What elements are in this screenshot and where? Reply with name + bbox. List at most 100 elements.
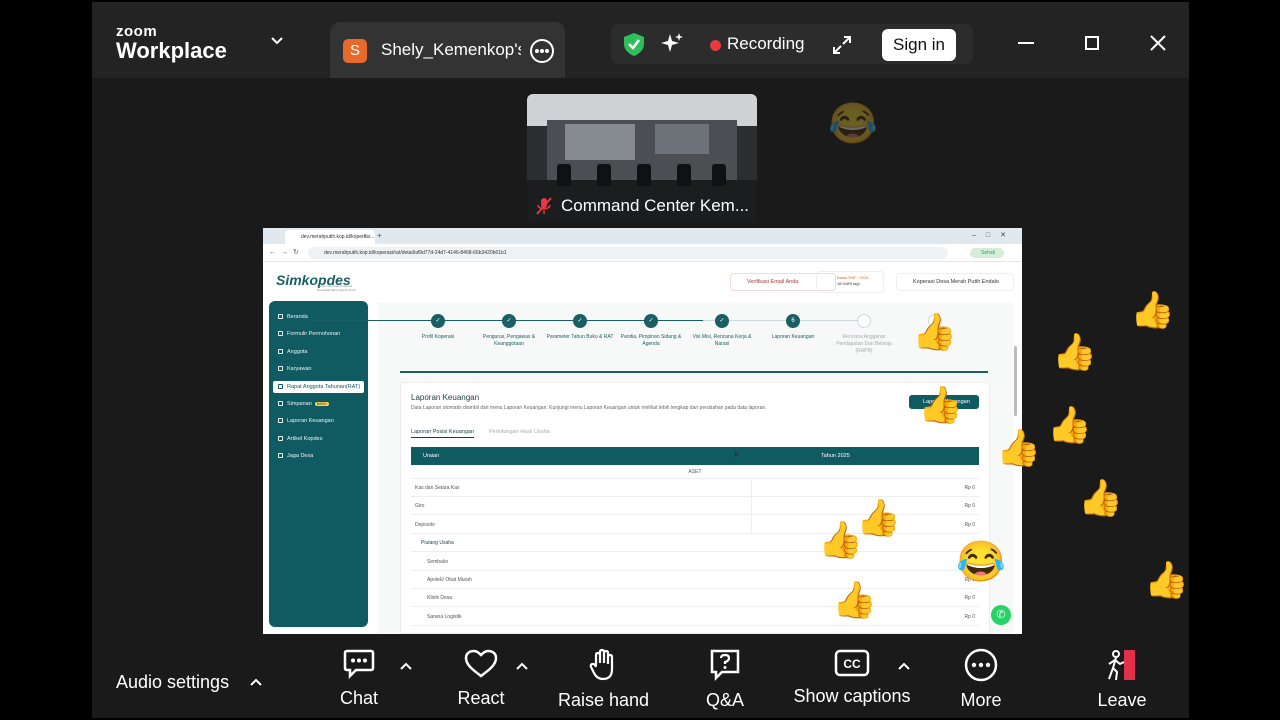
url-field[interactable]: dev.merahputih.kop.id/koperasi/rat/detai…: [308, 247, 948, 259]
sidebar-item[interactable]: Karyawan: [273, 363, 364, 375]
tab-laporan-posisi-keuangan[interactable]: Laporan Posisi Keuangan: [411, 429, 474, 438]
close-icon[interactable]: [1149, 34, 1167, 52]
minimize-icon[interactable]: [1018, 42, 1034, 44]
expand-icon[interactable]: [831, 34, 853, 56]
tab-close-icon[interactable]: ✕: [363, 233, 367, 239]
recording-label[interactable]: Recording: [727, 34, 805, 54]
sidebar-item-icon: [278, 331, 283, 337]
video-chair: [637, 164, 651, 186]
video-chair: [597, 164, 611, 186]
sidebar-item-label: Beranda: [287, 314, 308, 320]
sidebar-item[interactable]: Artikel Kopdes: [273, 433, 364, 445]
sidebar-item-icon: [278, 366, 283, 372]
stepper-step[interactable]: ✓: [573, 314, 587, 328]
reaction-thumbs-up: 👍: [912, 311, 957, 352]
browser-tab-strip: dev.merahputih.kop.id/koperasi... ✕ + –□…: [263, 228, 1022, 244]
react-button[interactable]: React: [454, 648, 508, 718]
row-divider: [751, 479, 752, 497]
sidebar-item-icon: [278, 453, 283, 459]
row-value: Rp 0: [964, 613, 975, 620]
sidebar-item[interactable]: Formulir Permohonan: [273, 328, 364, 340]
sidebar-item[interactable]: Rapat Anggota Tahunan(RAT): [273, 380, 364, 393]
ai-sparkle-icon[interactable]: [659, 31, 685, 57]
raise-hand-label: Raise hand: [558, 690, 650, 710]
sign-in-button[interactable]: Sign in: [882, 29, 956, 61]
chat-button[interactable]: Chat: [334, 648, 384, 718]
sidebar-item-icon: [278, 435, 283, 441]
stepper-step[interactable]: [857, 314, 871, 328]
leave-button[interactable]: Leave: [1096, 648, 1148, 718]
row-label: Kas dan Setara Kas: [415, 485, 460, 491]
stepper-step[interactable]: ✓: [431, 314, 445, 328]
sidebar-item[interactable]: Laporan Keuangan: [273, 415, 364, 427]
browser-tab[interactable]: dev.merahputih.kop.id/koperasi...: [285, 230, 375, 244]
card-title: Laporan Keuangan: [411, 393, 480, 402]
chevron-up-icon[interactable]: [400, 662, 412, 670]
sidebar-item-label: Karyawan: [287, 366, 312, 373]
shield-icon[interactable]: [621, 31, 647, 57]
sidebar-item-label: Formulir Permohonan: [287, 331, 341, 338]
simkopdes-tagline: Sistem Informasi Koperasi Desa/Kelurahan…: [317, 284, 356, 292]
participant-name: Command Center Kem...: [561, 196, 750, 215]
stepper-step[interactable]: ✓: [715, 314, 729, 328]
zoom-workplace-logo[interactable]: zoom Workplace: [116, 24, 227, 63]
more-options-icon[interactable]: [530, 39, 554, 63]
qa-icon: [710, 649, 740, 682]
stepper-step[interactable]: ✓: [644, 314, 658, 328]
raise-hand-button[interactable]: Raise hand: [558, 648, 650, 718]
shared-screen[interactable]: dev.merahputih.kop.id/koperasi... ✕ + –□…: [263, 228, 1022, 634]
reaction-laugh: 😂: [956, 540, 1006, 584]
qa-button[interactable]: Q&A: [700, 648, 750, 718]
tab-perhitungan-hasil-usaha[interactable]: Perhitungan Hasil Usaha: [489, 429, 550, 435]
chevron-down-icon[interactable]: [270, 36, 284, 46]
meeting-tab[interactable]: S Shely_Kemenkop's: [330, 22, 565, 78]
sidebar-item-label: Rapat Anggota Tahunan(RAT): [287, 383, 361, 390]
participant-video-tile[interactable]: Command Center Kem...: [527, 94, 757, 222]
reaction-thumbs-up: 👍: [1047, 404, 1092, 445]
chevron-up-icon[interactable]: [898, 662, 910, 670]
laporan-keuangan-card: Laporan Keuangan Data Laporan otomatis d…: [400, 382, 990, 634]
sidebar-item[interactable]: Jaga Desa: [273, 450, 364, 462]
stepper-step[interactable]: 6: [786, 314, 800, 328]
avatar: S: [343, 39, 367, 63]
chevron-up-icon[interactable]: [250, 678, 262, 686]
reaction-thumbs-up: 👍: [818, 519, 863, 560]
reaction-laugh: 😂: [828, 102, 878, 146]
scrollbar[interactable]: [1014, 346, 1017, 416]
reaction-thumbs-up: 👍: [832, 579, 877, 620]
logo-workplace-text: Workplace: [116, 38, 227, 63]
whatsapp-icon[interactable]: ✆: [991, 605, 1011, 625]
maximize-icon[interactable]: [1085, 36, 1099, 50]
stepper-step[interactable]: ✓: [502, 314, 516, 328]
sidebar-item-icon: [278, 418, 283, 424]
sidebar-item-label: Anggota: [287, 348, 308, 355]
audio-settings-button[interactable]: Audio settings: [116, 672, 229, 693]
new-tab-icon[interactable]: +: [377, 231, 382, 240]
koperasi-selector[interactable]: Koperasi Desa Merah Putih Endalo: [896, 273, 1014, 291]
new-badge: BARU: [314, 402, 329, 406]
captions-icon: CC: [834, 649, 870, 677]
raise-hand-icon: [589, 648, 614, 681]
chevron-up-icon[interactable]: [516, 662, 528, 670]
sidebar-item[interactable]: Beranda: [273, 311, 364, 323]
stepper-underline: [400, 371, 988, 373]
muted-mic-icon: [536, 197, 552, 215]
browser-nav-icons[interactable]: ←→↻: [269, 248, 304, 256]
stepper-step-label: Rencana Anggaran Pendapatan Dan Belanja …: [836, 334, 892, 354]
column-header: Uraian: [423, 453, 440, 459]
browser-window-controls[interactable]: –□✕: [972, 231, 1016, 239]
table-row: Kas dan Setara Kas Rp 0: [411, 479, 979, 497]
more-button[interactable]: More: [956, 648, 1006, 718]
show-captions-button[interactable]: CC Show captions: [792, 648, 912, 718]
browser-profile-badge[interactable]: Sehati: [970, 248, 1004, 258]
row-label: Klinik Desa: [427, 595, 453, 602]
table-row: Sarana Logistik Rp 0: [411, 608, 979, 626]
app-sidebar: Beranda Formulir Permohonan Anggota Karyawa…: [269, 301, 368, 627]
leave-label: Leave: [1097, 690, 1147, 710]
sidebar-item[interactable]: Simpanan BARU: [273, 398, 364, 410]
logo-zoom-text: zoom: [116, 23, 158, 40]
stepper-step-label: Parameter Tahun Buku & RAT: [546, 334, 614, 340]
row-value: Rp 0: [964, 595, 975, 602]
sidebar-item[interactable]: Anggota: [273, 346, 364, 358]
row-label: Apotek/ Obat Murah: [427, 577, 472, 583]
